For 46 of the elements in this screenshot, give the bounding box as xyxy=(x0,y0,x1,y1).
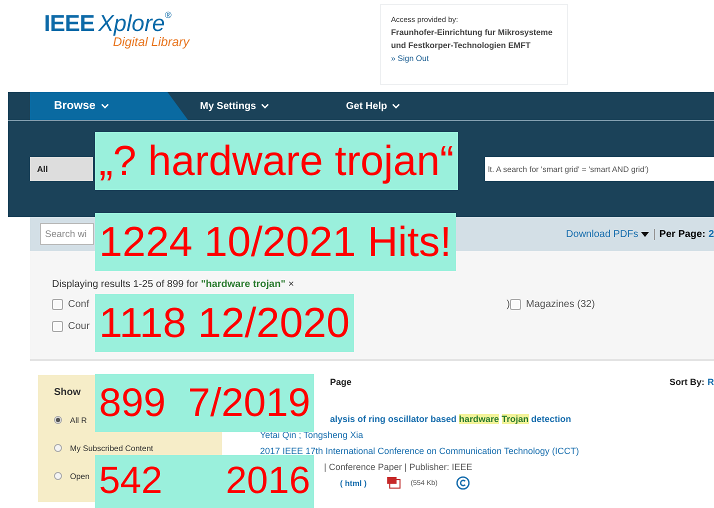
chevron-icon xyxy=(392,103,400,109)
html-link[interactable]: ( html ) xyxy=(340,478,367,488)
result-meta: | Conference Paper | Publisher: IEEE xyxy=(324,462,474,472)
filter-option[interactable]: Magazines (32) xyxy=(510,299,595,310)
caret-icon xyxy=(641,232,650,236)
radio-option[interactable]: Open xyxy=(54,468,90,484)
result-title-link[interactable]: alysis of ring oscillator based hardware Trojan detection xyxy=(330,414,714,424)
per-page-value[interactable]: 2 xyxy=(708,228,714,240)
checkbox[interactable] xyxy=(52,299,63,310)
annotation-label: „? hardware trojan“ xyxy=(95,132,458,190)
search-field[interactable]: lt. A search for 'smart grid' = 'smart AND grid') xyxy=(485,157,714,181)
copyright-icon[interactable] xyxy=(456,476,470,490)
sort-label: Sort By: xyxy=(669,377,704,387)
chevron-icon xyxy=(100,103,109,109)
annotation-label: 1224 10/2021 Hits! xyxy=(95,213,456,271)
logo[interactable]: IEEE Xplore$^{®}$ Digital Library xyxy=(44,10,380,48)
result-authors[interactable]: Yetai Qin ; Tongsheng Xia xyxy=(260,430,364,440)
nav-tab[interactable]: My Settings xyxy=(200,92,346,120)
radio-button[interactable] xyxy=(54,416,62,424)
chevron-icon xyxy=(261,103,270,109)
result-venue[interactable]: 2017 IEEE 17th International Conference on Communication Technology (ICCT) xyxy=(260,446,580,456)
sort-value[interactable]: R xyxy=(708,377,714,387)
institution-name: Fraunhofer-Einrichtung fur Mikrosysteme und Festkorper-Technologien EMFT xyxy=(391,27,554,52)
radio-button[interactable] xyxy=(54,472,62,480)
list-heading: Page xyxy=(330,377,352,387)
per-page-label: Per Page: xyxy=(654,228,706,240)
filter-option[interactable]: Conf xyxy=(52,299,90,310)
filter-count: ) xyxy=(506,299,510,310)
radio-option[interactable]: All R xyxy=(54,412,87,428)
annotation-label: 899 7/2019 xyxy=(95,374,314,432)
filter-option[interactable]: Cour xyxy=(52,321,90,332)
radio-option[interactable]: My Subscribed Content xyxy=(54,440,154,456)
sign-out-link[interactable]: » Sign Out xyxy=(391,52,557,65)
checkbox[interactable] xyxy=(52,321,63,332)
annotation-label: 542 2016 xyxy=(95,455,314,508)
annotation-label: 1118 12/2020 xyxy=(95,294,354,352)
nav-tab[interactable]: Get Help xyxy=(346,92,400,120)
radio-button[interactable] xyxy=(54,444,62,452)
search-within-field[interactable]: Search wi xyxy=(40,223,94,245)
nav-tab[interactable]: Browse xyxy=(30,92,188,120)
results-summary: Displaying results 1-25 of 899 for "hardware trojan" × xyxy=(51,278,296,291)
scope-dropdown[interactable]: All xyxy=(30,157,93,181)
checkbox[interactable] xyxy=(510,299,521,310)
download-pdfs-link[interactable]: Download PDFs xyxy=(566,228,650,240)
sidebar-heading: Show xyxy=(54,387,81,399)
pdf-icon[interactable] xyxy=(386,477,401,489)
